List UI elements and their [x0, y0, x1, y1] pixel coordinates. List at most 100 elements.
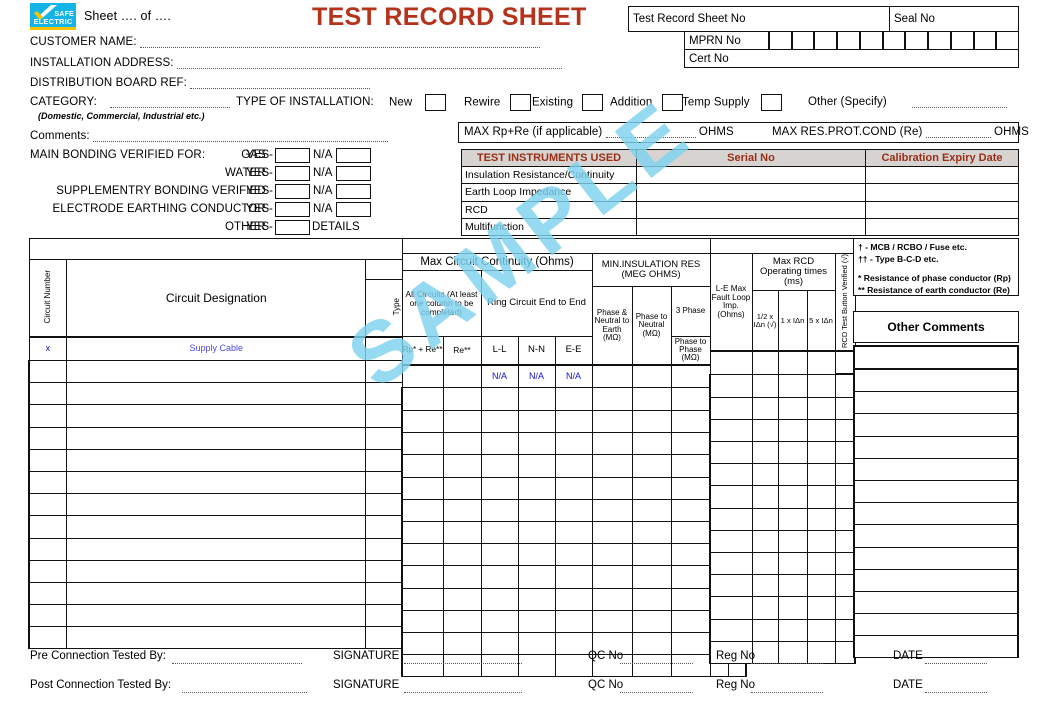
table-cell[interactable]	[442, 520, 482, 545]
table-cell[interactable]	[834, 463, 857, 487]
table-cell[interactable]	[401, 387, 444, 412]
table-cell[interactable]	[853, 457, 1019, 481]
table-cell[interactable]	[401, 543, 444, 567]
table-cell[interactable]	[834, 529, 857, 553]
table-row[interactable]	[853, 391, 1019, 415]
table-cell[interactable]	[554, 476, 593, 500]
table-row[interactable]	[709, 350, 856, 376]
table-cell[interactable]	[631, 587, 672, 611]
table-cell[interactable]	[777, 618, 808, 642]
table-cell[interactable]	[777, 463, 808, 487]
table-cell[interactable]	[806, 396, 836, 420]
table-cell[interactable]	[751, 373, 779, 398]
mprn-digit-box[interactable]	[859, 31, 883, 50]
table-cell[interactable]	[834, 396, 857, 420]
table-cell[interactable]	[66, 404, 367, 428]
table-cell[interactable]	[517, 454, 556, 478]
table-row[interactable]	[709, 485, 857, 509]
table-cell[interactable]	[442, 476, 482, 500]
table-cell[interactable]	[66, 559, 367, 583]
bonding-yes-checkbox[interactable]	[275, 220, 310, 235]
table-row[interactable]	[709, 373, 857, 398]
table-cell[interactable]	[777, 418, 808, 443]
cell-one-idn[interactable]	[777, 350, 808, 375]
cell-nn[interactable]: N/A	[517, 363, 556, 389]
table-cell[interactable]	[28, 559, 68, 583]
test-record-sheet-no-field[interactable]: Test Record Sheet No	[628, 6, 890, 32]
table-cell[interactable]	[777, 507, 808, 531]
install-type-new-checkbox[interactable]	[424, 94, 446, 111]
mprn-digit-box[interactable]	[882, 31, 906, 50]
table-cell[interactable]	[480, 432, 519, 456]
table-cell[interactable]	[670, 520, 711, 545]
table-cell[interactable]	[834, 574, 857, 598]
table-row[interactable]	[853, 590, 1019, 615]
bonding-yes-checkbox[interactable]	[275, 184, 310, 199]
table-cell[interactable]	[853, 502, 1019, 526]
table-cell[interactable]	[751, 396, 779, 420]
table-row[interactable]	[401, 520, 747, 545]
table-cell[interactable]	[401, 587, 444, 611]
table-row[interactable]	[853, 546, 1019, 570]
table-cell[interactable]	[442, 498, 482, 522]
table-row[interactable]	[709, 396, 857, 420]
table-cell[interactable]	[631, 476, 672, 500]
instrument-serial-input[interactable]	[636, 200, 866, 219]
table-cell[interactable]	[709, 618, 753, 642]
table-row[interactable]	[401, 432, 747, 456]
table-cell[interactable]	[517, 543, 556, 567]
table-cell[interactable]	[66, 448, 367, 472]
table-cell[interactable]	[777, 529, 808, 553]
table-cell[interactable]	[631, 432, 672, 456]
table-cell[interactable]	[834, 596, 857, 620]
table-cell[interactable]	[670, 543, 711, 567]
table-row[interactable]	[853, 435, 1019, 459]
comments-input[interactable]	[93, 130, 388, 142]
table-cell[interactable]	[554, 498, 593, 522]
mprn-digit-box[interactable]	[791, 31, 815, 50]
cell-rcd-button[interactable]	[834, 350, 856, 376]
table-cell[interactable]	[517, 498, 556, 522]
table-cell[interactable]	[591, 520, 633, 545]
bonding-na-checkbox[interactable]	[336, 202, 371, 217]
table-row[interactable]	[401, 587, 747, 611]
table-cell[interactable]	[517, 387, 556, 412]
table-cell[interactable]	[853, 590, 1019, 615]
table-cell[interactable]	[28, 537, 68, 561]
table-cell[interactable]	[480, 410, 519, 434]
table-cell[interactable]	[28, 404, 68, 428]
table-cell[interactable]	[554, 587, 593, 611]
table-cell[interactable]	[591, 609, 633, 633]
table-cell[interactable]	[751, 441, 779, 465]
table-cell[interactable]	[66, 426, 367, 450]
installation-address-input[interactable]	[176, 57, 562, 69]
table-cell[interactable]	[480, 609, 519, 633]
table-cell[interactable]	[806, 418, 836, 443]
table-cell[interactable]	[480, 520, 519, 545]
table-cell[interactable]	[480, 543, 519, 567]
instrument-calibration-input[interactable]	[865, 165, 1019, 185]
table-cell[interactable]	[806, 373, 836, 398]
table-cell[interactable]	[853, 613, 1019, 637]
table-cell[interactable]	[709, 396, 753, 420]
distribution-board-ref-input[interactable]	[190, 77, 371, 89]
mprn-digit-box[interactable]	[837, 31, 860, 50]
table-cell[interactable]	[28, 470, 68, 495]
table-cell[interactable]	[591, 587, 633, 611]
footer-reg-input[interactable]	[751, 652, 823, 664]
table-cell[interactable]	[517, 587, 556, 611]
footer-qc-input[interactable]	[620, 681, 693, 693]
table-cell[interactable]	[777, 574, 808, 598]
table-cell[interactable]	[751, 574, 779, 598]
instrument-calibration-input[interactable]	[865, 183, 1019, 202]
table-cell[interactable]	[66, 604, 367, 628]
table-cell[interactable]	[480, 587, 519, 611]
table-row[interactable]	[853, 368, 1019, 393]
table-cell[interactable]	[401, 476, 444, 500]
cell-re[interactable]	[442, 363, 482, 389]
table-cell[interactable]	[709, 529, 753, 553]
table-cell[interactable]	[28, 515, 68, 539]
table-cell[interactable]	[631, 410, 672, 434]
table-cell[interactable]	[66, 581, 367, 606]
table-cell[interactable]	[751, 463, 779, 487]
